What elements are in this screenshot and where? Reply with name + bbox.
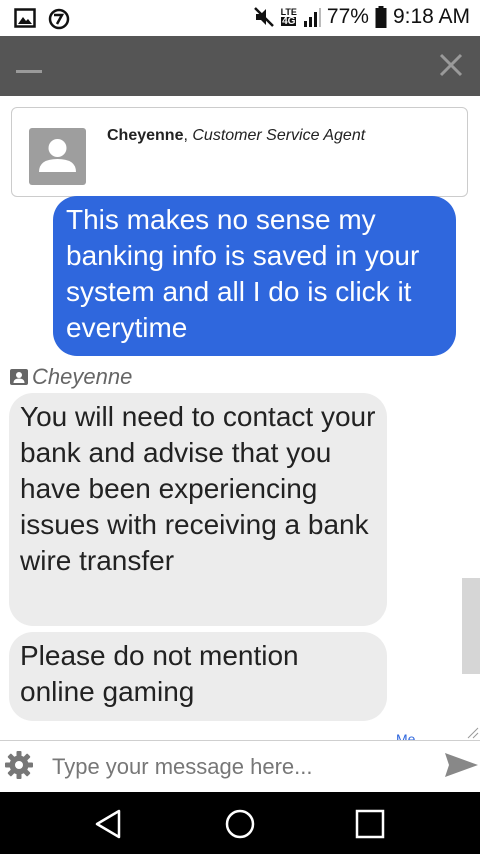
nav-home-button[interactable] <box>222 806 258 842</box>
signal-icon <box>303 7 321 27</box>
send-button[interactable] <box>442 745 480 785</box>
sender-label: Cheyenne <box>9 364 132 390</box>
agent-info: Cheyenne, Customer Service Agent <box>107 127 366 144</box>
nav-recent-button[interactable] <box>352 806 388 842</box>
home-icon <box>225 809 255 839</box>
nav-back-button[interactable] <box>91 806 127 842</box>
chat-header <box>0 36 480 96</box>
minimize-button[interactable] <box>12 50 48 82</box>
settings-button[interactable] <box>3 749 35 781</box>
back-icon <box>95 809 121 839</box>
gear-icon <box>5 751 33 779</box>
gallery-icon <box>14 8 36 28</box>
agent-card: Cheyenne, Customer Service Agent <box>11 107 468 197</box>
contact-card-icon <box>10 369 28 385</box>
incoming-message: Please do not mention online gaming <box>9 632 387 721</box>
scrollbar[interactable] <box>462 578 480 674</box>
status-left-icons <box>14 8 70 30</box>
system-nav-bar <box>0 792 480 854</box>
status-right: LTE 4G 77% 9:18 AM <box>253 5 470 29</box>
resize-icon <box>467 727 479 739</box>
avatar <box>29 128 86 185</box>
status-bar: LTE 4G 77% 9:18 AM <box>0 0 480 36</box>
agent-role: Customer Service Agent <box>192 127 366 144</box>
resize-handle[interactable] <box>462 724 480 740</box>
incoming-message: You will need to contact your bank and a… <box>9 393 387 626</box>
battery-percent: 77% <box>326 5 369 28</box>
recent-apps-icon <box>355 809 385 839</box>
send-icon <box>445 753 478 777</box>
message-composer <box>0 740 480 792</box>
clock: 9:18 AM <box>392 5 470 28</box>
browser-icon <box>48 8 70 30</box>
outgoing-message: This makes no sense my banking info is s… <box>53 196 456 356</box>
agent-name: Cheyenne <box>107 127 184 144</box>
network-badge: 4G <box>281 16 297 27</box>
battery-icon <box>375 6 387 28</box>
sender-name: Cheyenne <box>32 364 133 389</box>
message-input[interactable] <box>44 748 434 786</box>
network-indicator: LTE 4G <box>281 8 297 27</box>
mute-icon <box>253 6 275 28</box>
close-button[interactable] <box>434 48 468 82</box>
close-icon <box>439 53 463 77</box>
person-icon <box>39 139 76 172</box>
